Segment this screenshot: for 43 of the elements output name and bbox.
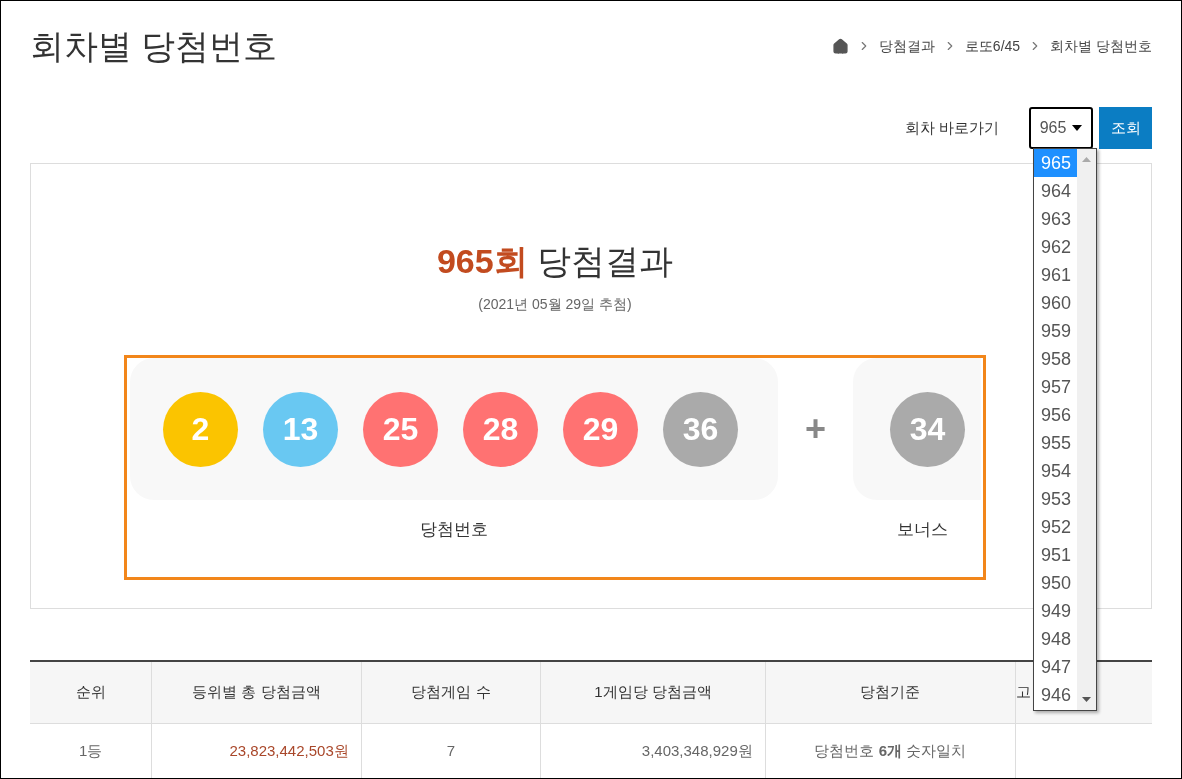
dropdown-option[interactable]: 956 <box>1034 401 1077 429</box>
search-button[interactable]: 조회 <box>1099 107 1152 149</box>
dropdown-option[interactable]: 948 <box>1034 625 1077 653</box>
scroll-down-icon[interactable] <box>1082 697 1091 702</box>
caret-icon <box>1072 125 1083 131</box>
dropdown-option[interactable]: 964 <box>1034 177 1077 205</box>
dropdown-option[interactable]: 952 <box>1034 513 1077 541</box>
dropdown-option[interactable]: 954 <box>1034 457 1077 485</box>
breadcrumb-link[interactable]: 회차별 당첨번호 <box>1050 35 1152 57</box>
result-title: 965회 당첨결과 <box>436 241 675 282</box>
breadcrumb-link[interactable]: 로또6/45 <box>964 35 1021 57</box>
table-cell: 1등 <box>30 723 152 778</box>
round-picker-label: 회차 바로가기 <box>904 117 999 138</box>
dropdown-option[interactable]: 946 <box>1034 681 1077 709</box>
dropdown-option[interactable]: 958 <box>1034 345 1077 373</box>
table-cell: 23,823,442,503원 <box>151 723 362 778</box>
table-cell: 7 <box>361 723 541 778</box>
column-header: 등위별 총 당첨금액 <box>151 661 362 723</box>
numbers-label: 당첨번호 <box>420 519 488 541</box>
dropdown-option[interactable]: 961 <box>1034 261 1077 289</box>
dropdown-option[interactable]: 963 <box>1034 205 1077 233</box>
dropdown-option[interactable]: 962 <box>1034 233 1077 261</box>
dropdown-option[interactable]: 953 <box>1034 485 1077 513</box>
column-header: 당첨게임 수 <box>361 661 541 723</box>
column-header: 1게임당 당첨금액 <box>540 661 766 723</box>
page-title: 회차별 당첨번호 <box>30 26 278 67</box>
dropdown-option[interactable]: 951 <box>1034 541 1077 569</box>
bonus-label: 보너스 <box>895 519 948 541</box>
column-header: 순위 <box>30 661 152 723</box>
scrollbar[interactable] <box>1077 149 1096 710</box>
home-icon[interactable] <box>831 37 849 55</box>
table-cell: 3,403,348,929원 <box>540 723 766 778</box>
dropdown-option[interactable]: 950 <box>1034 569 1077 597</box>
table-cell: 당첨번호 6개 숫자일치 <box>765 723 1016 778</box>
plus-sign: + <box>805 407 826 451</box>
dropdown-option[interactable]: 955 <box>1034 429 1077 457</box>
column-header: 당첨기준 <box>765 661 1016 723</box>
dropdown-option[interactable]: 959 <box>1034 317 1077 345</box>
dropdown-option[interactable]: 949 <box>1034 597 1077 625</box>
dropdown-option[interactable]: 960 <box>1034 289 1077 317</box>
draw-date: (2021년 05월 29일 추첨) <box>478 295 633 314</box>
breadcrumb-link[interactable]: 당첨결과 <box>878 35 935 57</box>
dropdown-option[interactable]: 957 <box>1034 373 1077 401</box>
